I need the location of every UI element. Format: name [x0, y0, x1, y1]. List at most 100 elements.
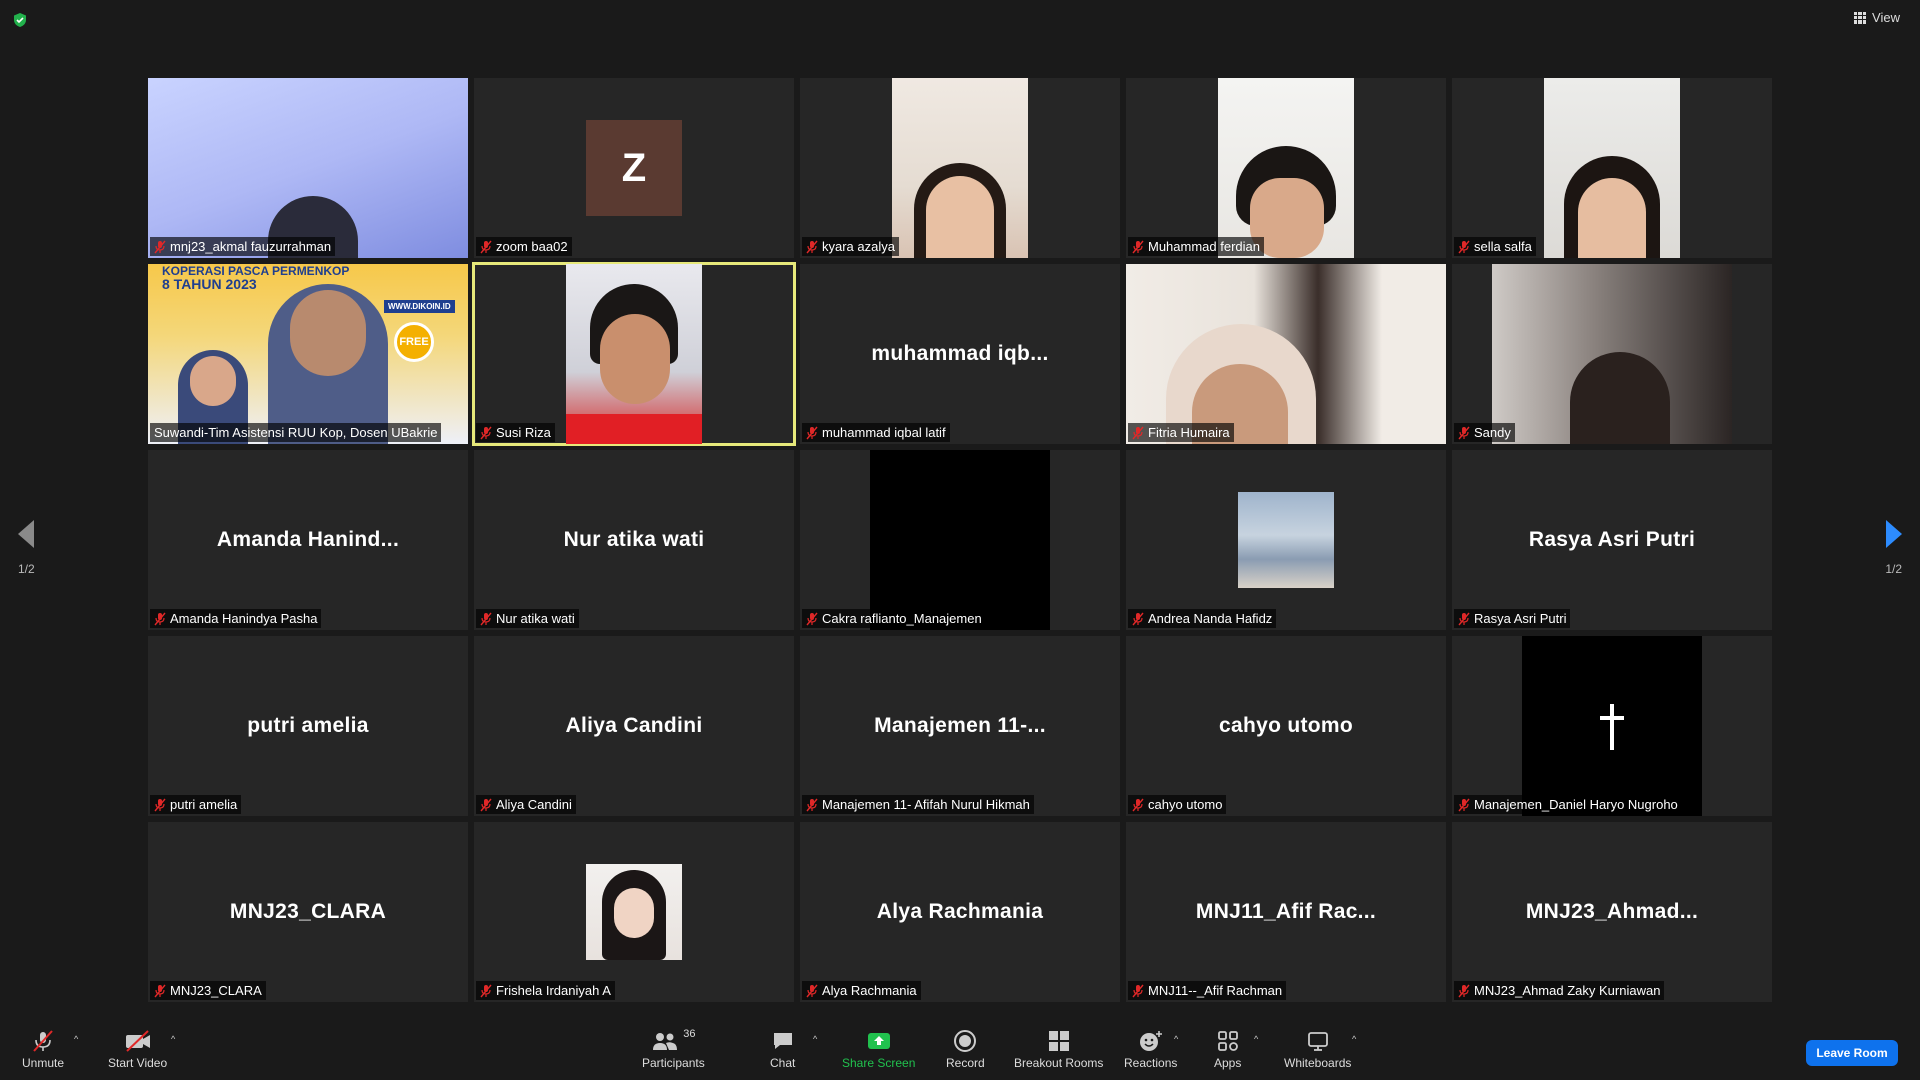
apps-options-caret[interactable]: ^: [1254, 1034, 1258, 1044]
participant-tile[interactable]: mnj23_akmal fauzurrahman: [148, 78, 468, 258]
participant-name-label: Cakra raflianto_Manajemen: [802, 609, 986, 628]
previous-page-button[interactable]: 1/2: [18, 520, 35, 576]
mic-muted-icon: [1132, 426, 1144, 440]
participant-avatar: [1238, 492, 1334, 588]
participant-tile[interactable]: Muhammad ferdian: [1126, 78, 1446, 258]
participant-video: [1126, 264, 1446, 444]
breakout-rooms-button[interactable]: Breakout Rooms: [1014, 1028, 1103, 1070]
participant-tile[interactable]: Manajemen_Daniel Haryo Nugroho: [1452, 636, 1772, 816]
participant-name-label: Rasya Asri Putri: [1454, 609, 1571, 628]
participants-button[interactable]: 36 Participants: [642, 1028, 705, 1070]
participant-name-label: Manajemen 11- Afifah Nurul Hikmah: [802, 795, 1034, 814]
participant-tile[interactable]: Cakra raflianto_Manajemen: [800, 450, 1120, 630]
participant-tile[interactable]: Manajemen 11-... Manajemen 11- Afifah Nu…: [800, 636, 1120, 816]
participant-tile[interactable]: Rasya Asri Putri Rasya Asri Putri: [1452, 450, 1772, 630]
participant-tile-active-speaker[interactable]: Susi Riza: [472, 262, 796, 446]
arrow-right-icon: [1885, 520, 1902, 548]
participant-video: [1522, 636, 1702, 816]
slide-title-line-2: 8 TAHUN 2023: [162, 276, 257, 292]
mic-muted-icon: [1132, 612, 1144, 626]
participant-name-label: Fitria Humaira: [1128, 423, 1234, 442]
participant-tile[interactable]: sella salfa: [1452, 78, 1772, 258]
participant-tile[interactable]: putri amelia putri amelia: [148, 636, 468, 816]
mic-muted-icon: [806, 798, 818, 812]
zoom-meeting-window: View 1/2 1/2 mnj23_akmal fauzurrahman Z …: [0, 0, 1920, 1080]
participant-name-label: putri amelia: [150, 795, 242, 814]
start-video-button[interactable]: Start Video: [108, 1028, 167, 1070]
mic-muted-icon: [154, 798, 166, 812]
security-shield-icon[interactable]: [12, 12, 28, 28]
whiteboards-options-caret[interactable]: ^: [1352, 1034, 1356, 1044]
participant-tile[interactable]: MNJ11_Afif Rac... MNJ11--_Afif Rachman: [1126, 822, 1446, 1002]
whiteboards-label: Whiteboards: [1284, 1056, 1352, 1070]
participant-tile[interactable]: Fitria Humaira: [1126, 264, 1446, 444]
record-icon: [954, 1030, 977, 1052]
video-options-caret[interactable]: ^: [171, 1034, 175, 1044]
slide-url: WWW.DIKOIN.ID: [384, 300, 455, 313]
participant-display-name: MNJ23_Ahmad...: [1525, 900, 1699, 923]
participant-tile[interactable]: Frishela Irdaniyah A: [474, 822, 794, 1002]
view-button[interactable]: View: [1854, 10, 1900, 25]
participant-tile[interactable]: Andrea Nanda Hafidz: [1126, 450, 1446, 630]
participants-icon: [653, 1033, 678, 1050]
participant-display-name: Alya Rachmania: [876, 900, 1044, 923]
participant-display-name: Amanda Hanind...: [216, 528, 400, 551]
participant-video: [566, 264, 702, 444]
participant-name-label: muhammad iqbal latif: [802, 423, 950, 442]
grid-view-icon: [1854, 11, 1867, 24]
participant-tile[interactable]: cahyo utomo cahyo utomo: [1126, 636, 1446, 816]
unmute-button[interactable]: Unmute: [22, 1028, 64, 1070]
participant-avatar: Z: [586, 120, 682, 216]
participant-tile[interactable]: Alya Rachmania Alya Rachmania: [800, 822, 1120, 1002]
participant-tile[interactable]: Sandy: [1452, 264, 1772, 444]
participant-display-name: MNJ23_CLARA: [229, 900, 387, 923]
apps-icon: [1217, 1031, 1238, 1051]
participant-name-label: Muhammad ferdian: [1128, 237, 1264, 256]
whiteboards-button[interactable]: Whiteboards: [1284, 1028, 1351, 1070]
apps-button[interactable]: Apps: [1214, 1028, 1241, 1070]
chat-options-caret[interactable]: ^: [813, 1034, 817, 1044]
cross-icon: [1600, 704, 1624, 750]
audio-options-caret[interactable]: ^: [74, 1034, 78, 1044]
participant-name-label: Manajemen_Daniel Haryo Nugroho: [1454, 795, 1682, 814]
share-screen-icon: [867, 1033, 890, 1049]
participant-tile[interactable]: kyara azalya: [800, 78, 1120, 258]
reactions-label: Reactions: [1124, 1056, 1178, 1070]
share-screen-button[interactable]: Share Screen: [842, 1028, 915, 1070]
chat-button[interactable]: Chat: [770, 1028, 795, 1070]
mic-muted-icon: [154, 240, 166, 254]
reactions-button[interactable]: Reactions: [1124, 1028, 1177, 1070]
participants-label: Participants: [642, 1056, 705, 1070]
start-video-label: Start Video: [108, 1056, 168, 1070]
next-page-button[interactable]: 1/2: [1885, 520, 1902, 576]
gallery-view-grid: mnj23_akmal fauzurrahman Z zoom baa02 ky…: [148, 78, 1772, 1002]
participant-tile[interactable]: KOPERASI PASCA PERMENKOP 8 TAHUN 2023 WW…: [148, 264, 468, 444]
participant-tile[interactable]: MNJ23_Ahmad... MNJ23_Ahmad Zaky Kurniawa…: [1452, 822, 1772, 1002]
participant-display-name: MNJ11_Afif Rac...: [1195, 900, 1377, 923]
mic-muted-icon: [1132, 240, 1144, 254]
participant-video: [1492, 264, 1732, 444]
participant-name-label: cahyo utomo: [1128, 795, 1227, 814]
participant-display-name: Nur atika wati: [563, 528, 705, 551]
meeting-toolbar: Unmute ^ Start Video ^ 36 Participants C…: [0, 1016, 1920, 1080]
participant-name-label: MNJ23_CLARA: [150, 981, 266, 1000]
leave-room-button[interactable]: Leave Room: [1806, 1040, 1898, 1066]
record-label: Record: [946, 1056, 985, 1070]
participant-tile[interactable]: Aliya Candini Aliya Candini: [474, 636, 794, 816]
participant-tile[interactable]: MNJ23_CLARA MNJ23_CLARA: [148, 822, 468, 1002]
participant-video: [148, 78, 468, 258]
reactions-options-caret[interactable]: ^: [1174, 1034, 1178, 1044]
participant-tile[interactable]: Amanda Hanind... Amanda Hanindya Pasha: [148, 450, 468, 630]
participant-tile[interactable]: Nur atika wati Nur atika wati: [474, 450, 794, 630]
mic-muted-icon: [480, 798, 492, 812]
record-button[interactable]: Record: [946, 1028, 985, 1070]
mic-muted-icon: [806, 240, 818, 254]
participant-tile[interactable]: muhammad iqb... muhammad iqbal latif: [800, 264, 1120, 444]
participant-name-label: zoom baa02: [476, 237, 572, 256]
participant-name-label: Nur atika wati: [476, 609, 579, 628]
participant-tile[interactable]: Z zoom baa02: [474, 78, 794, 258]
participant-name-label: kyara azalya: [802, 237, 899, 256]
participant-display-name: Aliya Candini: [565, 714, 703, 737]
mic-muted-icon: [1458, 240, 1470, 254]
participant-video: [870, 450, 1050, 630]
